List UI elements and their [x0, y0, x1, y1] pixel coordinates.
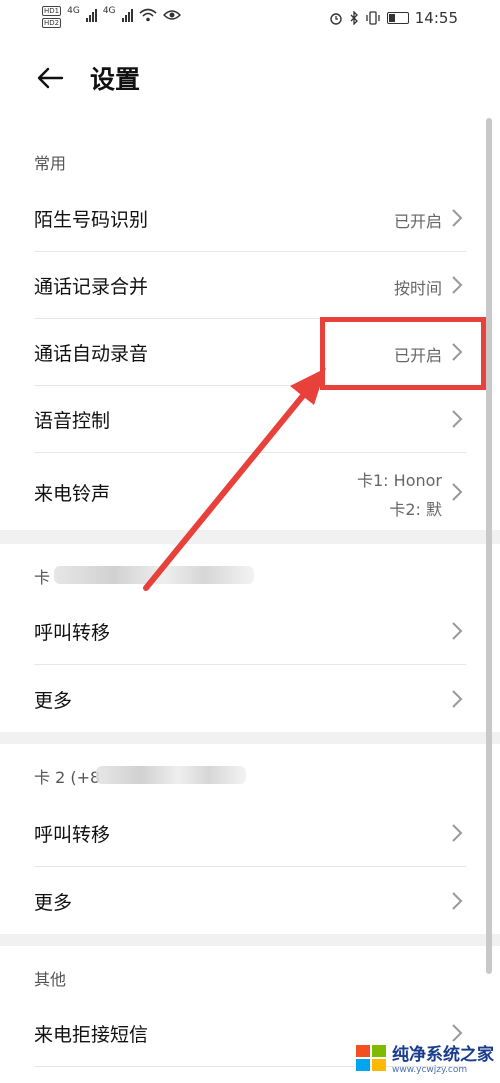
- row-call-log-merge[interactable]: 通话记录合并 按时间: [0, 252, 500, 318]
- chevron-right-icon: [452, 690, 463, 708]
- back-arrow-icon[interactable]: [34, 62, 66, 94]
- section-title-sim2: 卡 2 (+8: [34, 768, 101, 787]
- row-label: 语音控制: [34, 410, 111, 432]
- row-label: 来电拒接短信: [34, 1024, 149, 1046]
- row-call-forwarding-sim1[interactable]: 呼叫转移: [0, 598, 500, 664]
- row-label: 通话自动录音: [34, 343, 149, 365]
- row-value-sim1: 卡1: Honor: [357, 471, 442, 490]
- blurred-phone-number: [54, 566, 254, 584]
- sim2-section: 卡 2 (+8 呼叫转移 更多: [0, 744, 500, 934]
- network-type-1: 4G: [67, 6, 80, 16]
- chevron-right-icon: [452, 622, 463, 640]
- vibrate-icon: [366, 11, 380, 25]
- wifi-icon: [138, 8, 157, 22]
- row-value: 已开启: [393, 212, 442, 231]
- row-label: 通话记录合并: [34, 276, 149, 298]
- windows-logo-icon: [356, 1044, 386, 1071]
- chevron-right-icon: [452, 276, 463, 294]
- chevron-right-icon: [452, 410, 463, 428]
- watermark: 纯净系统之家 www.ycwjzy.com: [354, 1040, 494, 1075]
- section-title-other: 其他: [34, 970, 67, 989]
- row-unknown-number-identification[interactable]: 陌生号码识别 已开启: [0, 184, 500, 251]
- watermark-name: 纯净系统之家: [392, 1045, 494, 1065]
- section-title-common: 常用: [34, 154, 67, 173]
- status-bar: HD1 HD2 4G 4G 14:55: [0, 0, 500, 40]
- row-voice-control[interactable]: 语音控制: [0, 386, 500, 452]
- hd-badges: HD1 HD2: [42, 6, 62, 28]
- blurred-phone-number: [96, 766, 246, 784]
- battery-icon: [386, 12, 409, 24]
- alarm-icon: [330, 13, 342, 25]
- row-label: 更多: [34, 690, 73, 712]
- sim1-section: 卡 呼叫转移 更多: [0, 544, 500, 732]
- chevron-right-icon: [452, 824, 463, 842]
- row-ringtone[interactable]: 来电铃声 卡1: Honor 卡2: 默: [0, 453, 500, 530]
- status-right: 14:55: [329, 9, 458, 27]
- bluetooth-icon: [350, 11, 358, 25]
- page-title: 设置: [90, 65, 141, 94]
- status-left: HD1 HD2 4G 4G: [42, 6, 181, 28]
- highlight-box: [320, 317, 486, 390]
- chevron-right-icon: [452, 483, 463, 501]
- row-value-sim2: 卡2: 默: [389, 500, 442, 519]
- watermark-url: www.ycwjzy.com: [392, 1065, 468, 1075]
- section-title-sim1: 卡: [34, 568, 51, 587]
- hd1-badge: HD1: [42, 6, 62, 16]
- row-label: 呼叫转移: [34, 824, 111, 846]
- row-label: 呼叫转移: [34, 622, 111, 644]
- row-label: 来电铃声: [34, 483, 111, 505]
- status-time: 14:55: [414, 9, 458, 27]
- scrollbar[interactable]: [486, 118, 492, 974]
- signal-2-icon: [121, 8, 133, 22]
- chevron-right-icon: [452, 209, 463, 227]
- eye-icon: [162, 10, 181, 20]
- row-label: 陌生号码识别: [34, 209, 149, 231]
- signal-1-icon: [85, 8, 97, 22]
- row-call-forwarding-sim2[interactable]: 呼叫转移: [0, 800, 500, 866]
- row-more-sim1[interactable]: 更多: [0, 665, 500, 732]
- row-value: 按时间: [393, 279, 442, 298]
- row-more-sim2[interactable]: 更多: [0, 867, 500, 934]
- page-header: 设置: [0, 40, 500, 120]
- network-type-2: 4G: [102, 6, 116, 16]
- row-label: 更多: [34, 892, 73, 914]
- chevron-right-icon: [452, 892, 463, 910]
- hd2-badge: HD2: [42, 18, 62, 28]
